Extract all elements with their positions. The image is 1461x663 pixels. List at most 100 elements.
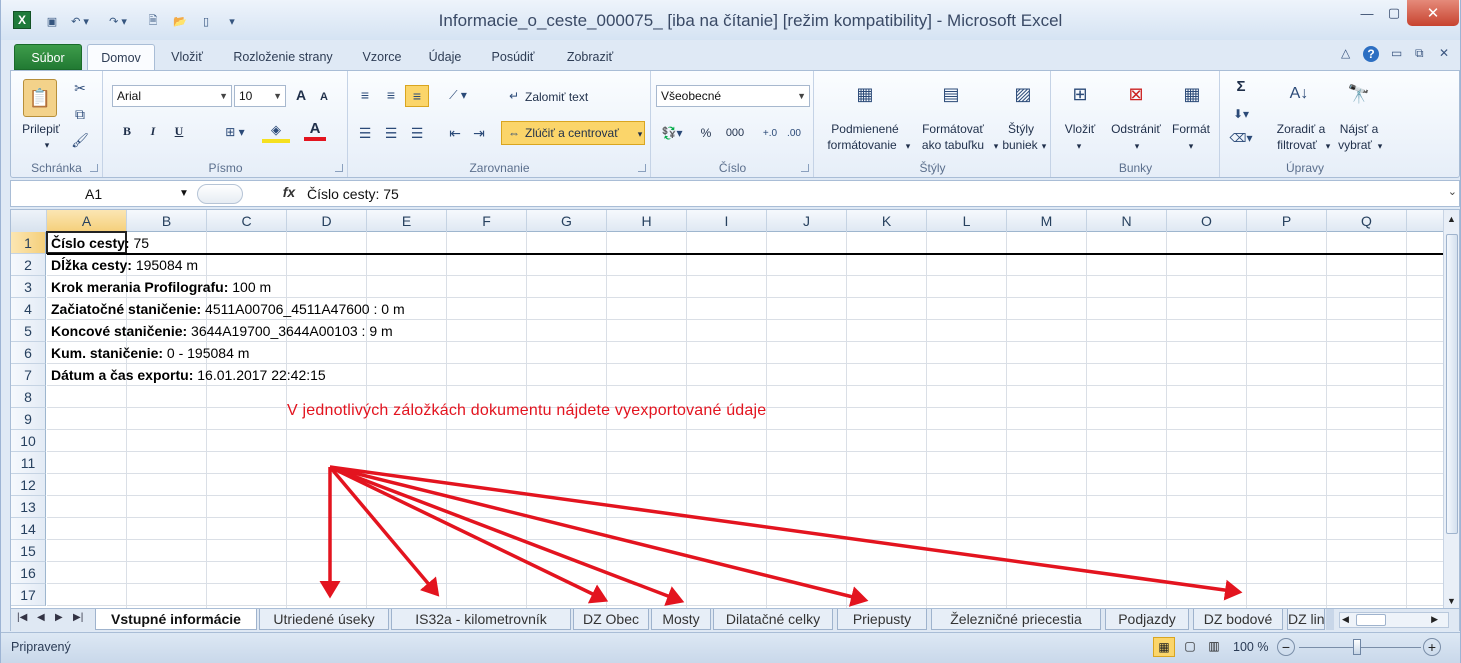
cell-a3[interactable]: Krok merania Profilografu: 100 m — [51, 276, 271, 298]
orientation-icon[interactable]: ⟋ ▾ — [445, 85, 471, 105]
decrease-decimal-icon[interactable]: .00 — [784, 123, 804, 143]
row-header[interactable]: 12 — [11, 474, 46, 496]
tab-formulas[interactable]: Vzorce — [353, 44, 411, 70]
sheet-tab[interactable]: Vstupné informácie — [95, 609, 257, 630]
align-top-icon[interactable]: ≡ — [355, 85, 375, 105]
cell-styles-icon[interactable]: ▨ — [1009, 79, 1037, 109]
sheet-tab[interactable]: DZ bodové — [1193, 609, 1283, 630]
merge-center-button[interactable]: Zlúčiť a centrovať — [525, 125, 637, 141]
page-break-view-icon[interactable]: ▥ — [1203, 637, 1225, 657]
help-icon[interactable]: ? — [1363, 46, 1379, 62]
sheet-tab[interactable]: Mosty — [651, 609, 711, 630]
row-header[interactable]: 17 — [11, 584, 46, 606]
row-header[interactable]: 8 — [11, 386, 46, 408]
row-header[interactable]: 4 — [11, 298, 46, 320]
underline-button[interactable]: U — [170, 123, 188, 139]
sort-filter-icon[interactable]: A↓ — [1285, 79, 1313, 109]
fill-color-icon[interactable]: ◈ — [262, 121, 290, 143]
column-header-j[interactable]: J — [767, 210, 847, 232]
sheet-tab[interactable]: Utriedené úseky — [259, 609, 389, 630]
font-name-combo[interactable]: Arial ▼ — [112, 85, 232, 107]
column-header-h[interactable]: H — [607, 210, 687, 232]
find-select-icon[interactable]: 🔭 — [1345, 79, 1373, 109]
prev-sheet-icon[interactable]: ◀ — [37, 612, 45, 623]
tab-data[interactable]: Údaje — [421, 44, 469, 70]
find-select-label2[interactable]: vybrať — [1333, 137, 1377, 153]
increase-decimal-icon[interactable]: +.0 — [760, 123, 780, 143]
merge-dropdown-icon[interactable]: ▾ — [635, 126, 645, 142]
conditional-formatting-icon[interactable]: ▦ — [851, 79, 879, 109]
expand-formula-icon[interactable]: ⌄ — [1448, 185, 1457, 198]
cell-a2[interactable]: Dĺžka cesty: 195084 m — [51, 254, 198, 276]
formula-input[interactable]: Číslo cesty: 75 — [307, 183, 399, 205]
close-button[interactable]: ✕ — [1407, 0, 1459, 26]
doc-minimize-icon[interactable]: ▭ — [1391, 46, 1402, 60]
sheet-tab[interactable]: DZ lin — [1287, 609, 1325, 630]
conditional-formatting-label1[interactable]: Podmienené — [819, 121, 911, 137]
column-header-i[interactable]: I — [687, 210, 767, 232]
chevron-down-icon[interactable]: ▾ — [1323, 138, 1333, 154]
zoom-level[interactable]: 100 % — [1233, 640, 1268, 654]
fill-icon[interactable]: ⬇▾ — [1229, 105, 1253, 123]
scroll-thumb[interactable] — [1446, 234, 1458, 534]
cell-a1[interactable]: Číslo cesty: 75 — [51, 232, 149, 254]
zoom-in-icon[interactable]: + — [1423, 638, 1441, 656]
tab-view[interactable]: Zobraziť — [555, 44, 625, 70]
scroll-down-icon[interactable]: ▼ — [1447, 596, 1456, 606]
column-header-e[interactable]: E — [367, 210, 447, 232]
paste-button[interactable]: Prilepiť — [17, 121, 65, 137]
format-cells-button[interactable]: Formát — [1168, 121, 1214, 137]
cell-a5[interactable]: Koncové staničenie: 3644A19700_3644A0010… — [51, 320, 393, 342]
accounting-format-icon[interactable]: 💱▾ — [658, 123, 686, 143]
sheet-tab[interactable]: DZ Obec — [573, 609, 649, 630]
row-header[interactable]: 16 — [11, 562, 46, 584]
horizontal-scrollbar[interactable]: ◀ ▶ — [1339, 612, 1449, 628]
chevron-down-icon[interactable]: ▾ — [1039, 138, 1049, 154]
column-header-c[interactable]: C — [207, 210, 287, 232]
dialog-launcher-icon[interactable] — [638, 164, 646, 172]
chevron-down-icon[interactable]: ▾ — [1074, 138, 1084, 154]
clear-icon[interactable]: ⌫▾ — [1229, 129, 1253, 147]
format-as-table-label1[interactable]: Formátovať — [913, 121, 993, 137]
scroll-left-icon[interactable]: ◀ — [1342, 614, 1349, 625]
align-middle-icon[interactable]: ≡ — [381, 85, 401, 105]
row-header[interactable]: 6 — [11, 342, 46, 364]
doc-restore-icon[interactable]: ⧉ — [1415, 46, 1424, 61]
increase-indent-icon[interactable]: ⇥ — [469, 123, 489, 143]
dialog-launcher-icon[interactable] — [90, 164, 98, 172]
sort-filter-label2[interactable]: filtrovať — [1269, 137, 1325, 153]
cell-area[interactable]: Číslo cesty: 75 Dĺžka cesty: 195084 m Krok… — [46, 231, 1443, 608]
wrap-text-icon[interactable]: ↵ — [505, 87, 523, 105]
row-header[interactable]: 7 — [11, 364, 46, 386]
zoom-out-icon[interactable]: − — [1277, 638, 1295, 656]
column-header-f[interactable]: F — [447, 210, 527, 232]
last-sheet-icon[interactable]: ▶| — [73, 612, 83, 623]
chevron-down-icon[interactable]: ▼ — [179, 183, 189, 205]
sheet-tab[interactable]: IS32a - kilometrovník — [391, 609, 571, 630]
thousands-button[interactable]: 000 — [722, 125, 748, 141]
tab-home[interactable]: Domov — [87, 44, 155, 71]
borders-icon[interactable]: ⊞ ▾ — [222, 123, 248, 141]
bold-button[interactable]: B — [118, 123, 136, 139]
page-layout-view-icon[interactable]: ▢ — [1179, 637, 1201, 657]
chevron-down-icon[interactable]: ▾ — [903, 138, 913, 154]
tab-split-handle[interactable] — [1326, 609, 1334, 630]
minimize-button[interactable]: — — [1354, 0, 1380, 26]
first-sheet-icon[interactable]: |◀ — [17, 612, 27, 623]
scroll-thumb[interactable] — [1356, 614, 1386, 626]
autosum-button[interactable]: Σ — [1229, 79, 1253, 95]
chevron-down-icon[interactable]: ▾ — [1186, 138, 1196, 154]
sheet-tab[interactable]: Priepusty — [837, 609, 927, 630]
align-center-icon[interactable]: ☰ — [381, 123, 401, 143]
scroll-right-icon[interactable]: ▶ — [1431, 614, 1438, 625]
sort-filter-label1[interactable]: Zoradiť a — [1269, 121, 1333, 137]
tab-page-layout[interactable]: Rozloženie strany — [223, 44, 343, 70]
chevron-down-icon[interactable]: ▾ — [1132, 138, 1142, 154]
row-header[interactable]: 13 — [11, 496, 46, 518]
sheet-tab[interactable]: Podjazdy — [1105, 609, 1189, 630]
column-header-m[interactable]: M — [1007, 210, 1087, 232]
paste-icon[interactable]: 📋 — [23, 79, 57, 117]
normal-view-icon[interactable]: ▦ — [1153, 637, 1175, 657]
row-header[interactable]: 15 — [11, 540, 46, 562]
format-as-table-icon[interactable]: ▤ — [937, 79, 965, 109]
